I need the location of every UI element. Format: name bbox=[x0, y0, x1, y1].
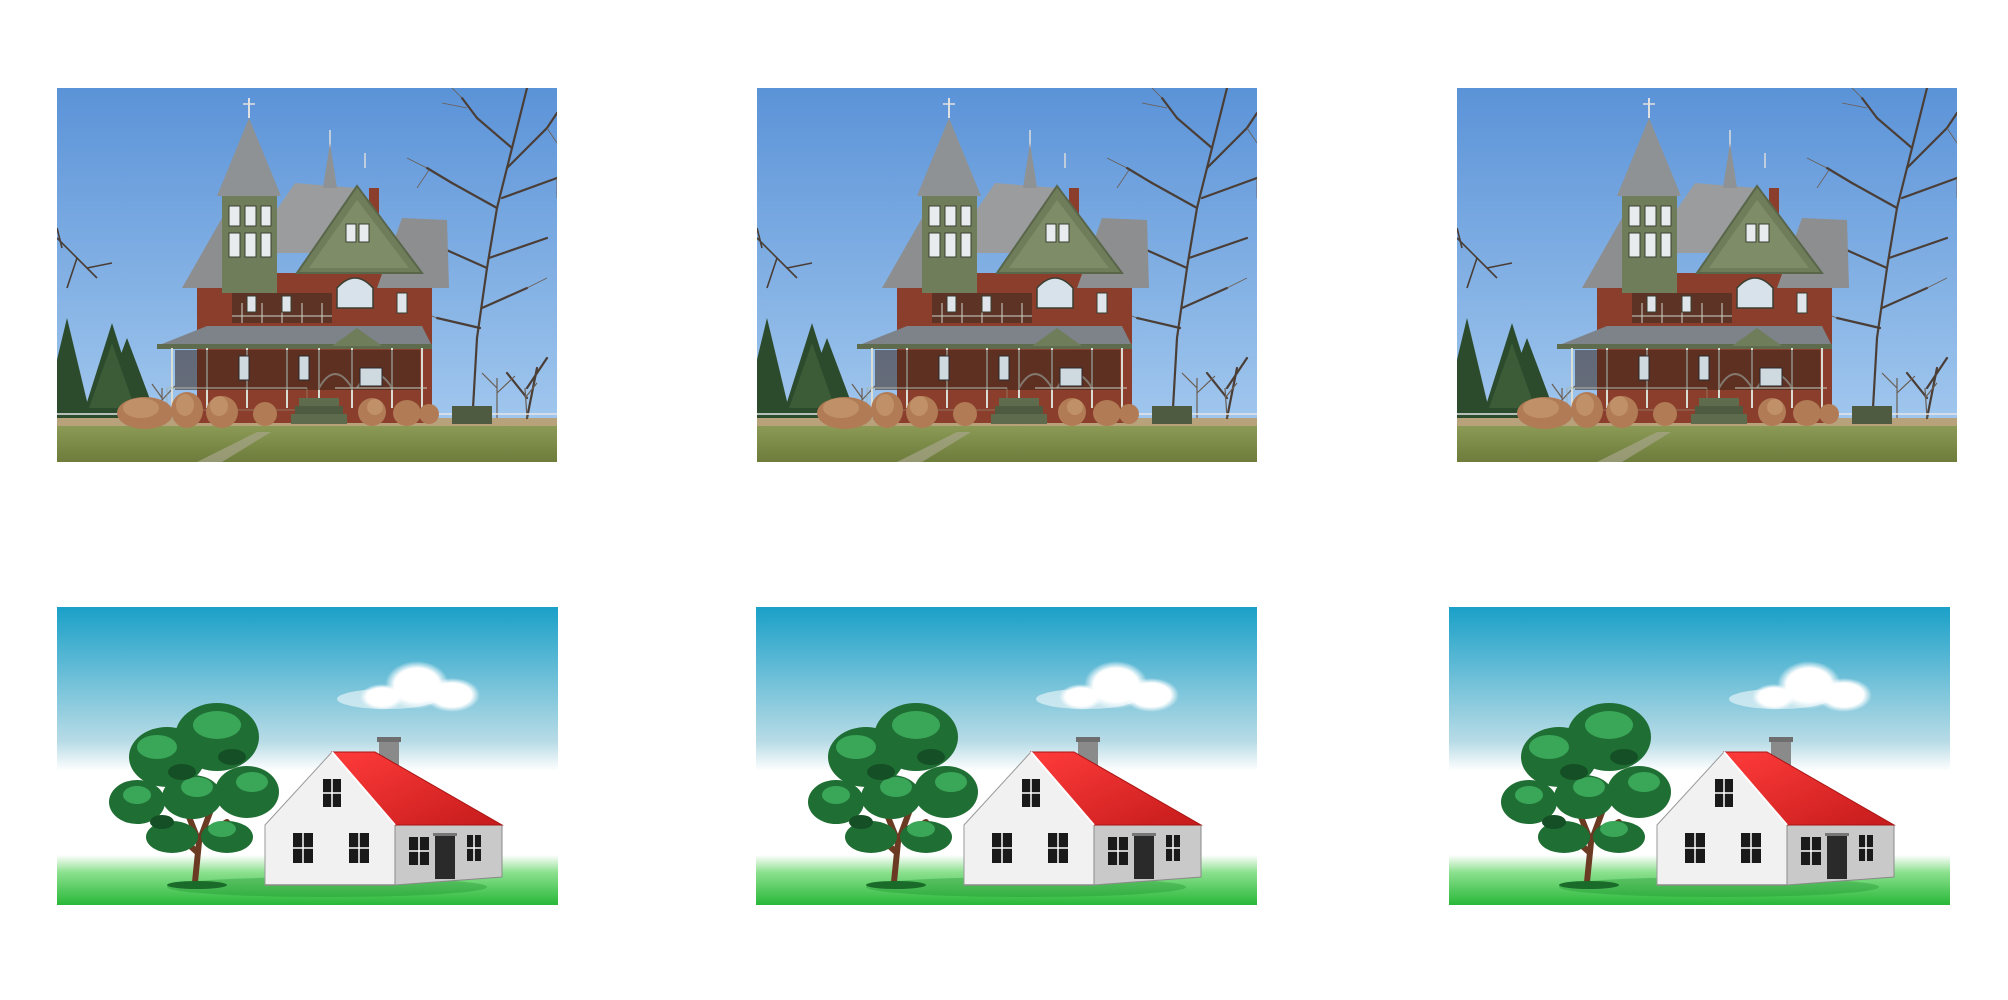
victorian-house-photo bbox=[757, 88, 1257, 462]
cottage-clipart-panel-1 bbox=[57, 607, 558, 905]
victorian-house-photo bbox=[1457, 88, 1957, 462]
victorian-house-photo bbox=[57, 88, 557, 462]
cottage-clipart bbox=[756, 607, 1257, 905]
cottage-clipart-panel-3 bbox=[1449, 607, 1950, 905]
cottage-clipart-panel-2 bbox=[756, 607, 1257, 905]
house-photo-panel-1 bbox=[57, 88, 557, 462]
house-photo-panel-2 bbox=[757, 88, 1257, 462]
cottage-clipart bbox=[57, 607, 558, 905]
cottage-clipart bbox=[1449, 607, 1950, 905]
house-photo-panel-3 bbox=[1457, 88, 1957, 462]
